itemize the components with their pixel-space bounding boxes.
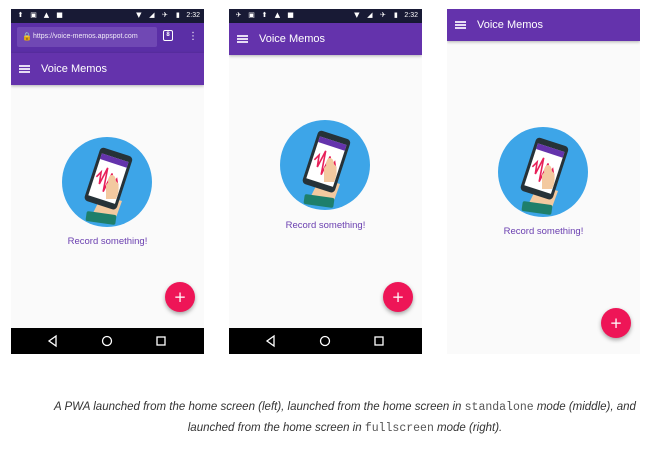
recording-illustration	[280, 120, 370, 210]
android-nav-bar	[11, 328, 204, 354]
add-icon[interactable]: +	[165, 282, 195, 312]
recording-illustration	[498, 127, 588, 217]
app-icon: ■	[287, 11, 294, 19]
caption-code-standalone: standalone	[464, 401, 534, 414]
menu-icon[interactable]	[237, 35, 248, 43]
app-bar: Voice Memos	[447, 9, 640, 41]
recents-icon[interactable]	[154, 334, 168, 348]
recents-icon[interactable]	[372, 334, 386, 348]
tabs-icon[interactable]: 8	[163, 30, 173, 41]
upload-icon: ⬆	[17, 11, 24, 19]
browser-toolbar: 🔒 https://voice-memos.appspot.com 8 ⋮	[11, 23, 204, 53]
add-icon[interactable]: +	[383, 282, 413, 312]
record-prompt[interactable]: Record something!	[11, 236, 204, 248]
record-prompt[interactable]: Record something!	[447, 226, 640, 238]
caption-code-fullscreen: fullscreen	[364, 422, 434, 435]
app-title: Voice Memos	[259, 33, 326, 45]
phone-screen-fullscreen: Voice Memos Record something! +	[447, 9, 640, 354]
signal-icon: ◢	[367, 11, 373, 19]
status-bar: ⬆ ▣ ▲ ■ ▼ ◢ ✈ ▮ 2:32	[11, 9, 204, 23]
android-nav-bar	[229, 328, 422, 354]
lock-icon: 🔒	[22, 32, 32, 41]
app-title: Voice Memos	[41, 63, 108, 75]
phone-screen-browser: ⬆ ▣ ▲ ■ ▼ ◢ ✈ ▮ 2:32 🔒 https://voice-mem…	[11, 9, 204, 354]
url-text: https://voice-memos.appspot.com	[33, 33, 138, 40]
warning-icon: ▲	[43, 11, 50, 19]
status-time: 2:32	[404, 12, 418, 19]
status-bar: ✈ ▣ ⬆ ▲ ■ ▼ ◢ ✈ ▮ 2:32	[229, 9, 422, 23]
record-prompt[interactable]: Record something!	[229, 220, 422, 232]
airplane-icon: ✈	[161, 11, 168, 19]
menu-icon[interactable]	[19, 65, 30, 73]
battery-icon: ▮	[393, 11, 398, 19]
wifi-icon: ▼	[136, 11, 142, 19]
airplane-icon: ✈	[379, 11, 386, 19]
more-options-icon[interactable]: ⋮	[188, 30, 198, 44]
caption-text: mode (right).	[433, 422, 503, 434]
app-icon: ■	[56, 11, 63, 19]
app-bar: Voice Memos	[11, 53, 204, 85]
signal-icon: ◢	[149, 11, 155, 19]
back-icon[interactable]	[264, 334, 278, 348]
phone-screen-standalone: ✈ ▣ ⬆ ▲ ■ ▼ ◢ ✈ ▮ 2:32 Voice Memos Recor…	[229, 9, 422, 354]
airplane-icon: ✈	[235, 11, 242, 19]
address-bar[interactable]: 🔒 https://voice-memos.appspot.com	[17, 27, 157, 47]
battery-icon: ▮	[175, 11, 180, 19]
app-title: Voice Memos	[477, 19, 544, 31]
wifi-icon: ▼	[354, 11, 360, 19]
caption-text: A PWA launched from the home screen (lef…	[54, 401, 465, 413]
image-icon: ▣	[30, 11, 37, 19]
menu-icon[interactable]	[455, 21, 466, 29]
warning-icon: ▲	[274, 11, 281, 19]
app-bar: Voice Memos	[229, 23, 422, 55]
home-icon[interactable]	[100, 334, 114, 348]
upload-icon: ⬆	[261, 11, 268, 19]
image-icon: ▣	[248, 11, 255, 19]
status-time: 2:32	[186, 12, 200, 19]
figure-caption: A PWA launched from the home screen (lef…	[40, 397, 650, 439]
back-icon[interactable]	[46, 334, 60, 348]
home-icon[interactable]	[318, 334, 332, 348]
add-icon[interactable]: +	[601, 308, 631, 338]
recording-illustration	[62, 137, 152, 227]
